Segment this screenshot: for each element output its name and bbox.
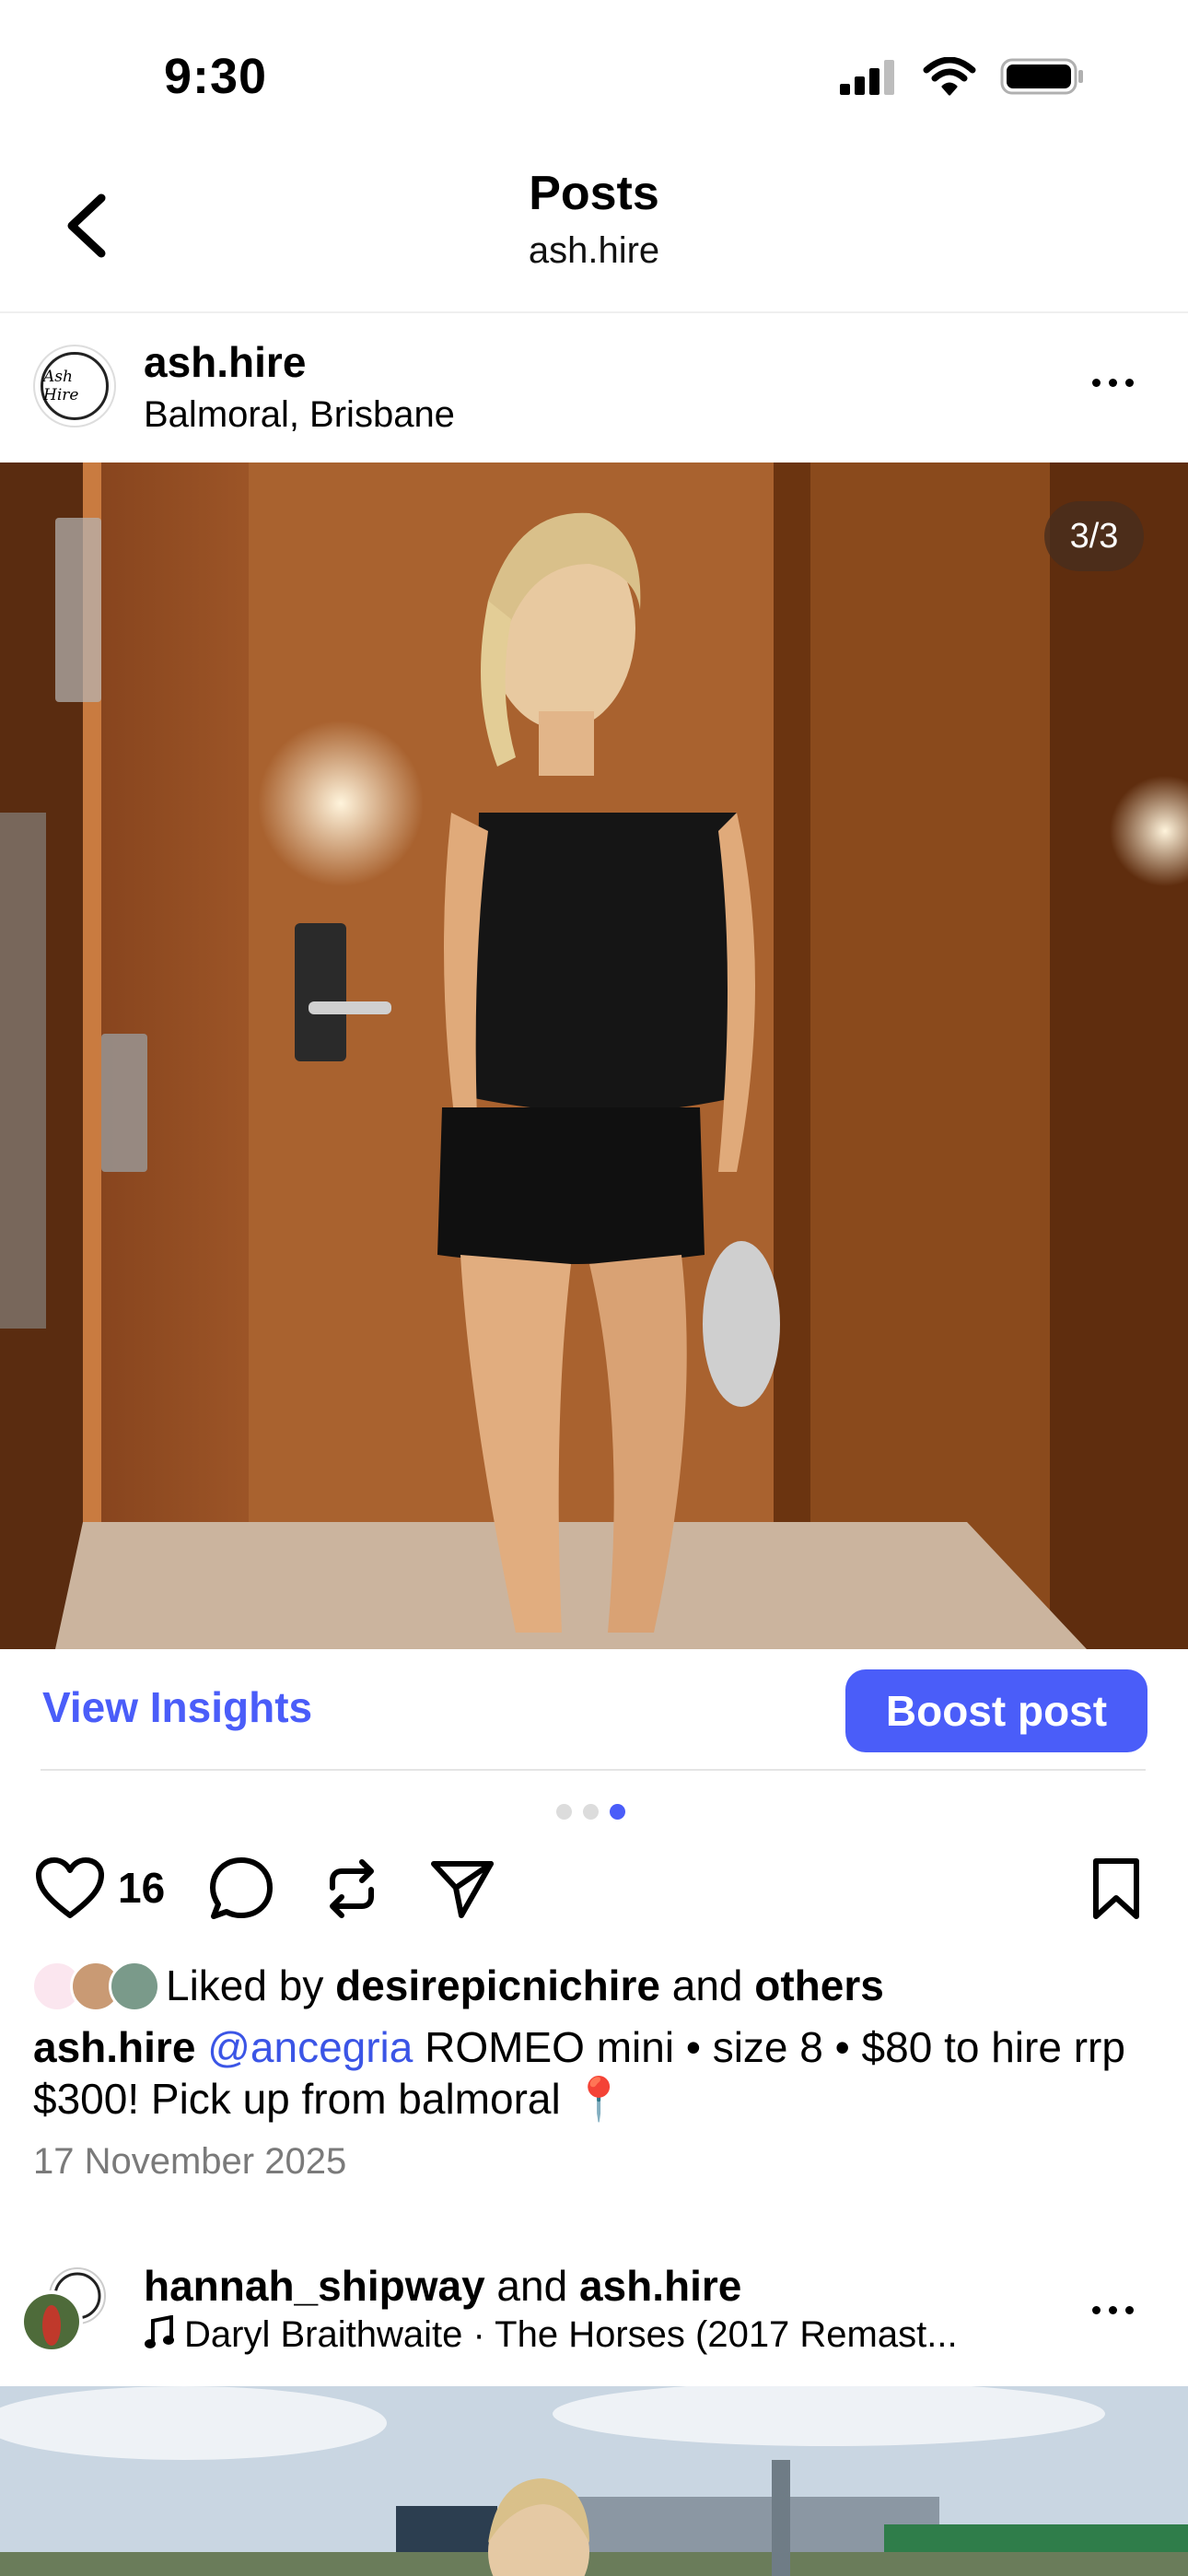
post-username[interactable]: ash.hire (144, 337, 306, 387)
caption-mention[interactable]: @ancegria (207, 2023, 413, 2071)
send-icon (431, 1861, 494, 1918)
carousel-dot-active (610, 1804, 625, 1820)
cellular-signal-icon (840, 60, 894, 95)
image-counter-badge: 3/3 (1044, 501, 1144, 571)
more-dot (1125, 2305, 1134, 2314)
header-divider (0, 311, 1188, 313)
more-dot (1109, 378, 1117, 387)
heart-icon (36, 1857, 104, 1918)
view-insights-link[interactable]: View Insights (42, 1682, 312, 1732)
music-note-icon (145, 2314, 174, 2348)
status-time: 9:30 (164, 49, 268, 104)
carousel-dot (583, 1804, 599, 1820)
like-button[interactable] (33, 1852, 107, 1926)
avatar (109, 1961, 160, 2012)
post-photo[interactable] (0, 463, 1188, 1649)
post-location[interactable]: Balmoral, Brisbane (144, 394, 455, 436)
repost-icon (330, 1859, 374, 1918)
bookmark-icon (1093, 1858, 1139, 1919)
next-post-more-button[interactable] (1092, 2296, 1147, 2324)
page-subtitle: ash.hire (528, 230, 660, 271)
more-dot (1109, 2305, 1117, 2314)
next-post-audio-text: Daryl Braithwaite · The Horses (2017 Rem… (184, 2314, 958, 2355)
next-post-user1[interactable]: hannah_shipway (144, 2262, 485, 2310)
caption-username[interactable]: ash.hire (33, 2023, 195, 2071)
next-post-conjunction: and (484, 2262, 579, 2310)
photo-illustration (0, 463, 1188, 1649)
liked-by-avatars[interactable] (31, 1961, 169, 2014)
collab-avatars[interactable] (17, 2265, 109, 2357)
liked-by-text[interactable]: Liked by desirepicnichire and others (166, 1961, 884, 2010)
more-horizontal-icon (1092, 378, 1101, 387)
insights-divider (41, 1769, 1146, 1771)
caption-text: ROMEO mini • size 8 • $80 to hire rrp $3… (33, 2023, 1125, 2123)
next-post-photo[interactable] (0, 2386, 1188, 2576)
like-count[interactable]: 16 (118, 1863, 165, 1913)
more-horizontal-icon (1092, 2305, 1101, 2314)
share-button[interactable] (425, 1852, 499, 1926)
status-icons (838, 57, 1085, 96)
more-dot (1125, 378, 1134, 387)
battery-icon (1000, 58, 1083, 95)
post-avatar[interactable]: Ash Hire (33, 345, 116, 427)
liked-by-prefix: Liked by (166, 1961, 336, 2009)
next-post-audio[interactable]: Daryl Braithwaite · The Horses (2017 Rem… (144, 2314, 1065, 2356)
comment-button[interactable] (204, 1852, 278, 1926)
liked-by-others[interactable]: others (754, 1961, 884, 2009)
repost-button[interactable] (315, 1852, 389, 1926)
post-caption: ash.hire @ancegria ROMEO mini • size 8 •… (33, 2021, 1157, 2125)
wifi-icon (923, 57, 976, 96)
save-button[interactable] (1079, 1852, 1153, 1926)
carousel-dot (556, 1804, 572, 1820)
next-post-users[interactable]: hannah_shipway and ash.hire (144, 2261, 741, 2311)
carousel-indicator (556, 1804, 625, 1820)
boost-post-button[interactable]: Boost post (845, 1669, 1147, 1752)
next-post-photo-illustration (0, 2386, 1188, 2576)
comment-icon (210, 1857, 273, 1919)
page-title: Posts (529, 167, 659, 220)
avatar-logo: Ash Hire (41, 352, 109, 420)
post-more-button[interactable] (1092, 369, 1147, 396)
liked-by-conjunction: and (659, 1961, 755, 2009)
next-post-user2[interactable]: ash.hire (579, 2262, 741, 2310)
liked-by-user[interactable]: desirepicnichire (335, 1961, 660, 2009)
post-date: 17 November 2025 (33, 2141, 347, 2182)
collab-avatar-graphic (20, 2267, 106, 2353)
